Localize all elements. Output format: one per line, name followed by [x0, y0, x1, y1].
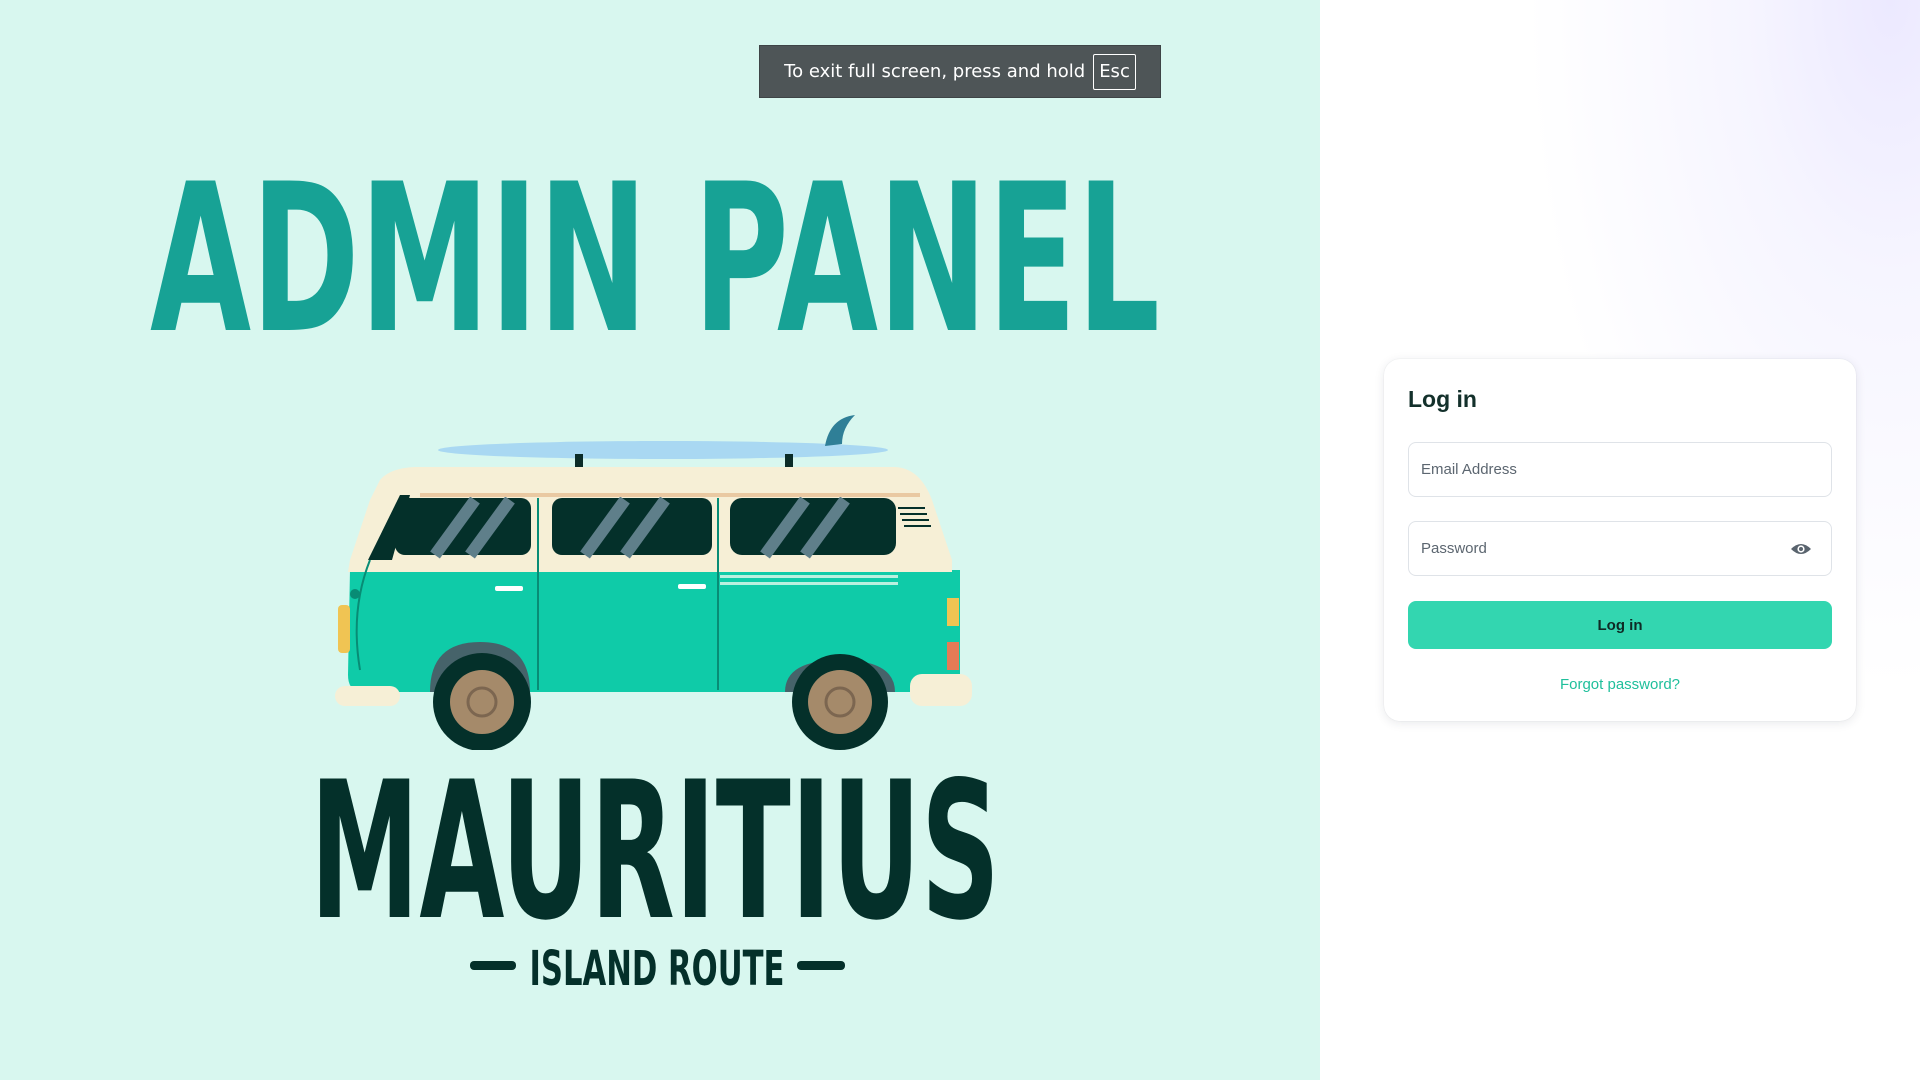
fullscreen-notice-text: To exit full screen, press and hold — [784, 61, 1086, 82]
camper-van-illustration — [320, 410, 1000, 751]
fullscreen-exit-notice: To exit full screen, press and hold Esc — [759, 45, 1161, 98]
tagline-dash-right — [797, 961, 845, 970]
email-field[interactable] — [1408, 442, 1832, 497]
forgot-password-link[interactable]: Forgot password? — [1408, 676, 1832, 693]
password-input[interactable] — [1409, 522, 1831, 575]
brand-tagline: ISLAND ROUTE — [465, 935, 855, 997]
tagline-dash-left — [470, 961, 516, 970]
brand-name: MAURITIUS — [310, 755, 1000, 930]
login-button[interactable]: Log in — [1408, 601, 1832, 649]
password-field[interactable] — [1408, 521, 1832, 576]
email-input[interactable] — [1409, 443, 1831, 496]
login-card: Log in Log in Forgot password? — [1384, 359, 1856, 721]
login-title: Log in — [1408, 386, 1477, 412]
esc-key-hint: Esc — [1093, 53, 1136, 90]
admin-panel-title: ADMIN PANEL — [150, 141, 1170, 379]
tagline-text: ISLAND ROUTE — [530, 941, 785, 995]
hero-panel: ADMIN PANEL MAURITIUS ISLAND ROUTE To ex… — [0, 0, 1320, 1080]
admin-panel-title-text: ADMIN PANEL — [150, 160, 1160, 340]
brand-logo-text: MAURITIUS — [310, 741, 1010, 962]
eye-icon[interactable] — [1789, 541, 1813, 557]
